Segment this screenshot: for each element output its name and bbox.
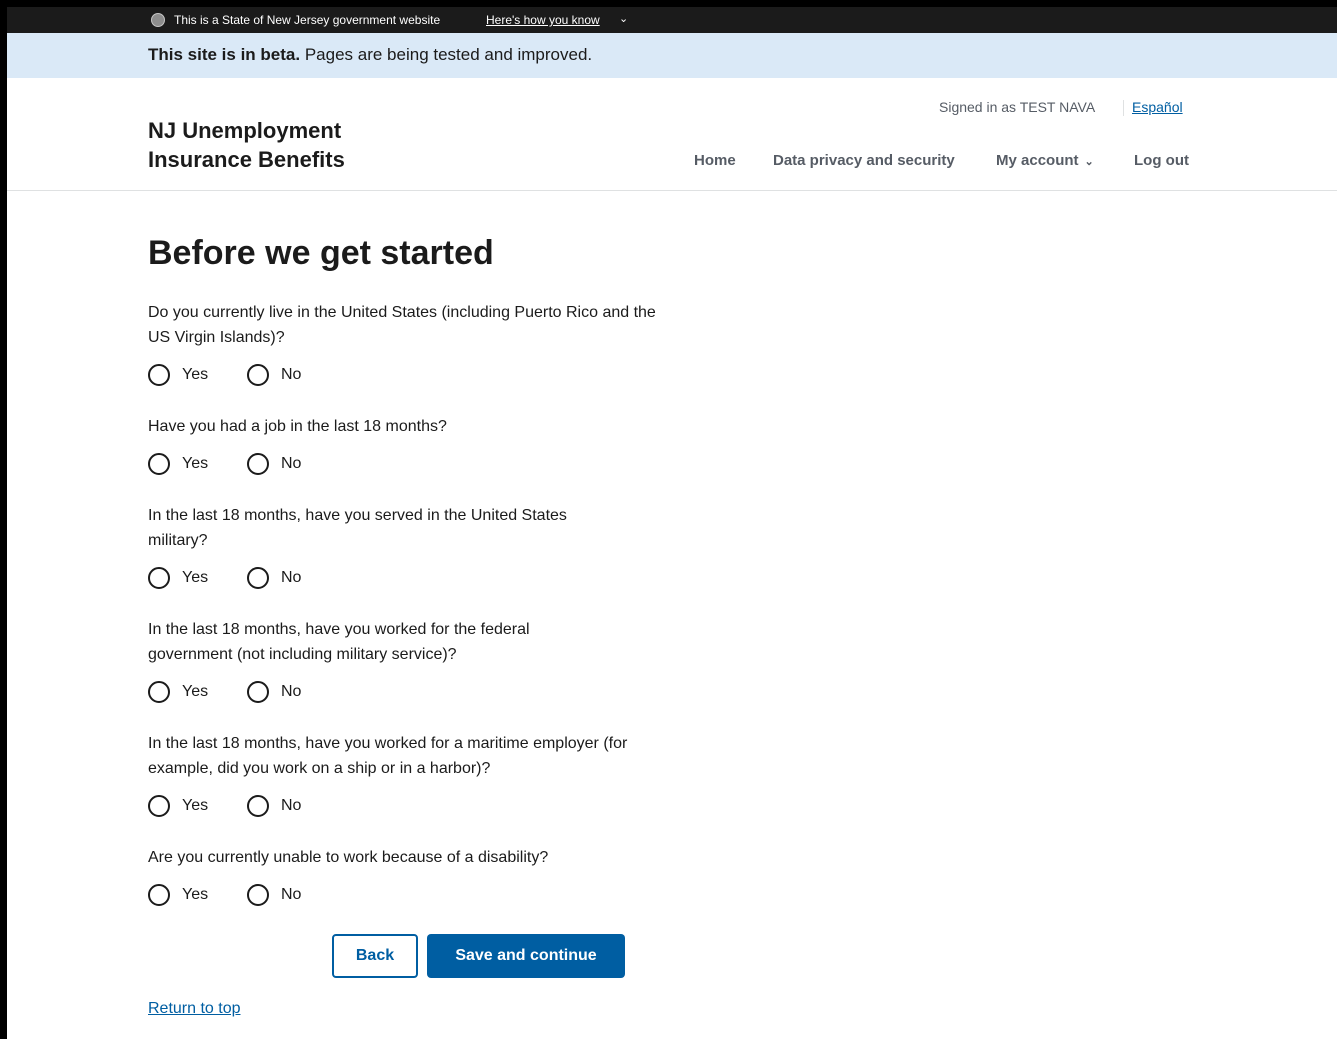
- signed-in-status: Signed in as TEST NAVA: [939, 99, 1096, 115]
- radio-no[interactable]: No: [247, 681, 301, 703]
- radio-label[interactable]: Yes: [182, 455, 208, 473]
- question-disability: Are you currently unable to work because…: [148, 845, 678, 910]
- question-military-service: In the last 18 months, have you served i…: [148, 503, 578, 593]
- chevron-down-icon[interactable]: ⌄: [619, 12, 628, 25]
- question-lives-in-us: Do you currently live in the United Stat…: [148, 300, 678, 390]
- question-label: Have you had a job in the last 18 months…: [148, 418, 447, 435]
- beta-banner-strong: This site is in beta.: [148, 45, 301, 64]
- radio-label[interactable]: Yes: [182, 886, 208, 904]
- page-title: Before we get started: [148, 234, 494, 272]
- radio-label[interactable]: No: [281, 797, 301, 815]
- radio-yes[interactable]: Yes: [148, 567, 208, 589]
- radio-no[interactable]: No: [247, 884, 301, 906]
- question-maritime-employer: In the last 18 months, have you worked f…: [148, 731, 678, 821]
- radio-label[interactable]: Yes: [182, 569, 208, 587]
- question-label: Do you currently live in the United Stat…: [148, 304, 656, 346]
- nav-my-account[interactable]: My account ⌄: [996, 152, 1094, 169]
- radio-yes[interactable]: Yes: [148, 453, 208, 475]
- radio-no[interactable]: No: [247, 795, 301, 817]
- site-header: NJ Unemployment Insurance Benefits Signe…: [7, 78, 1337, 191]
- site-title-line1: NJ Unemployment: [148, 118, 342, 143]
- heres-how-you-know-link[interactable]: Here's how you know: [486, 13, 600, 27]
- nav-log-out[interactable]: Log out: [1134, 152, 1189, 169]
- radio-circle[interactable]: [148, 795, 170, 817]
- radio-circle[interactable]: [247, 567, 269, 589]
- question-label: In the last 18 months, have you worked f…: [148, 735, 628, 777]
- radio-yes[interactable]: Yes: [148, 364, 208, 386]
- nav-my-account-label: My account: [996, 152, 1079, 169]
- radio-label[interactable]: Yes: [182, 797, 208, 815]
- radio-circle[interactable]: [247, 884, 269, 906]
- return-to-top-link[interactable]: Return to top: [148, 1000, 241, 1018]
- radio-circle[interactable]: [148, 681, 170, 703]
- question-label: In the last 18 months, have you worked f…: [148, 621, 530, 663]
- page-frame: This is a State of New Jersey government…: [7, 7, 1337, 1039]
- language-divider: [1123, 100, 1124, 116]
- radio-circle[interactable]: [247, 681, 269, 703]
- radio-label[interactable]: Yes: [182, 683, 208, 701]
- chevron-down-icon: ⌄: [1084, 156, 1094, 168]
- beta-banner: This site is in beta. Pages are being te…: [7, 33, 1337, 78]
- language-toggle-link[interactable]: Español: [1132, 99, 1183, 115]
- question-label: Are you currently unable to work because…: [148, 849, 549, 866]
- site-title[interactable]: NJ Unemployment Insurance Benefits: [148, 116, 408, 174]
- site-title-line2: Insurance Benefits: [148, 147, 345, 172]
- nav-data-privacy[interactable]: Data privacy and security: [773, 152, 955, 169]
- question-label: In the last 18 months, have you served i…: [148, 507, 567, 549]
- radio-circle[interactable]: [148, 453, 170, 475]
- radio-label[interactable]: No: [281, 455, 301, 473]
- radio-group: Yes No: [148, 795, 678, 821]
- radio-no[interactable]: No: [247, 364, 301, 386]
- radio-circle[interactable]: [247, 795, 269, 817]
- gov-banner-text: This is a State of New Jersey government…: [174, 13, 441, 27]
- beta-banner-message: Pages are being tested and improved.: [300, 45, 593, 64]
- radio-group: Yes No: [148, 681, 598, 707]
- gov-banner: This is a State of New Jersey government…: [7, 7, 1337, 33]
- radio-label[interactable]: No: [281, 886, 301, 904]
- radio-group: Yes No: [148, 884, 678, 910]
- radio-label[interactable]: No: [281, 366, 301, 384]
- radio-group: Yes No: [148, 453, 678, 479]
- radio-label[interactable]: No: [281, 683, 301, 701]
- radio-group: Yes No: [148, 567, 578, 593]
- question-job-last-18-months: Have you had a job in the last 18 months…: [148, 414, 678, 479]
- nav-home[interactable]: Home: [694, 152, 736, 169]
- radio-yes[interactable]: Yes: [148, 681, 208, 703]
- back-button[interactable]: Back: [332, 934, 418, 978]
- radio-circle[interactable]: [247, 364, 269, 386]
- radio-yes[interactable]: Yes: [148, 884, 208, 906]
- radio-circle[interactable]: [247, 453, 269, 475]
- radio-group: Yes No: [148, 364, 678, 390]
- radio-label[interactable]: Yes: [182, 366, 208, 384]
- nj-seal-icon: [151, 13, 165, 27]
- radio-circle[interactable]: [148, 567, 170, 589]
- radio-circle[interactable]: [148, 884, 170, 906]
- radio-no[interactable]: No: [247, 567, 301, 589]
- radio-no[interactable]: No: [247, 453, 301, 475]
- beta-banner-text: This site is in beta. Pages are being te…: [148, 45, 592, 65]
- radio-label[interactable]: No: [281, 569, 301, 587]
- radio-yes[interactable]: Yes: [148, 795, 208, 817]
- save-and-continue-button[interactable]: Save and continue: [427, 934, 625, 978]
- radio-circle[interactable]: [148, 364, 170, 386]
- question-federal-employment: In the last 18 months, have you worked f…: [148, 617, 598, 707]
